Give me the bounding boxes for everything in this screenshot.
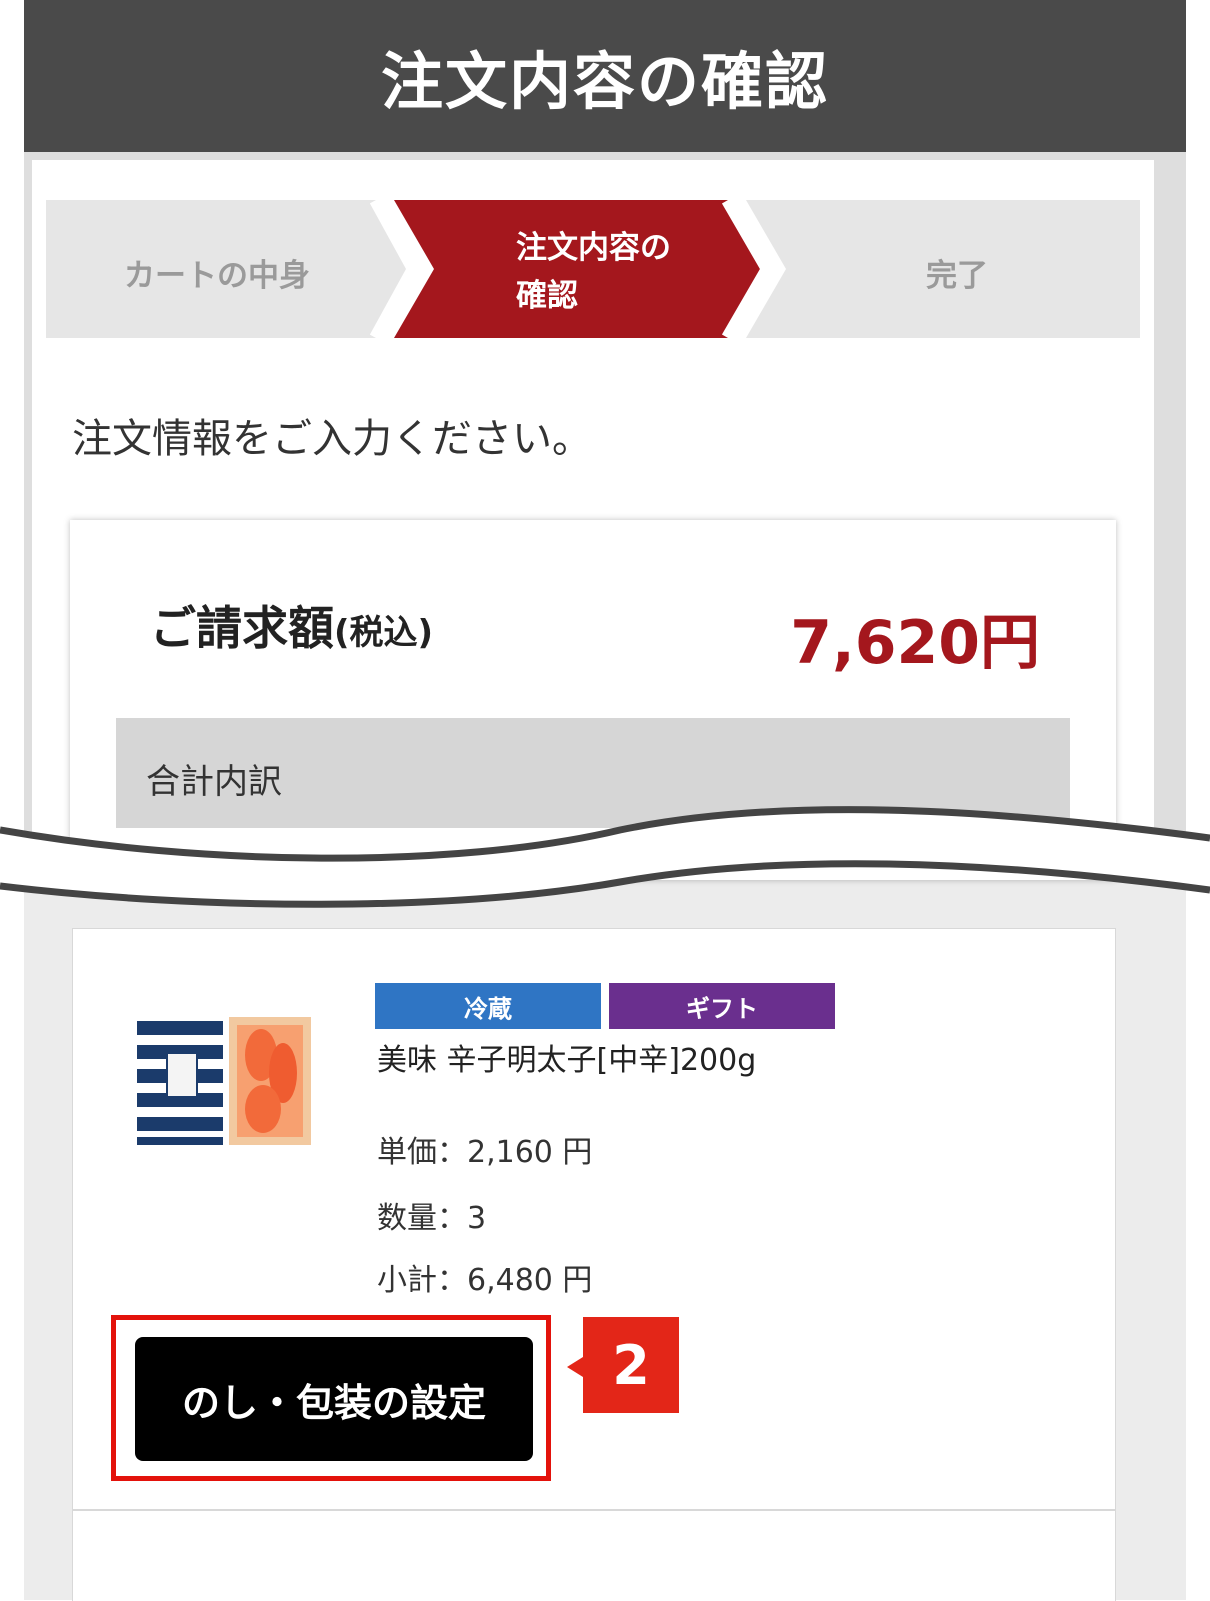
cart-item-card: 冷蔵 ギフト 美味 辛子明太子[中辛]200g 単価：2,160 円 数量：3 … [72,928,1116,1510]
step-cart-label: カートの中身 [124,258,310,294]
product-image [137,1017,311,1145]
step-confirm-label: 注文内容の 確認 [516,224,671,320]
progress-steps: カートの中身 注文内容の 確認 完了 [46,200,1140,338]
step-complete-label: 完了 [926,258,988,294]
page-header: 注文内容の確認 [24,0,1186,152]
step-confirm-label-line2: 確認 [516,278,578,314]
step-confirm-label-line1: 注文内容の [516,230,671,266]
total-label: ご請求額(税込) [150,592,433,658]
page-title: 注文内容の確認 [380,45,829,118]
tag-refrigerated: 冷蔵 [375,983,601,1029]
subtotal: 小計：6,480 円 [377,1263,593,1298]
unit-price: 単価：2,160 円 [377,1135,593,1170]
next-item-card [72,1510,1116,1601]
tag-gift: ギフト [609,983,835,1029]
step-callout-number: 2 [612,1333,650,1397]
callout-pointer [567,1357,583,1377]
total-amount: 7,620円 [790,608,1040,678]
step-callout: 2 [583,1317,679,1413]
instruction-text: 注文情報をご入力ください。 [72,416,592,462]
tax-note: (税込) [334,613,434,653]
noshi-wrapping-settings-button[interactable]: のし・包装の設定 [135,1337,533,1461]
total-label-text: ご請求額 [150,601,334,655]
quantity: 数量：3 [377,1201,487,1236]
product-name: 美味 辛子明太子[中辛]200g [377,1043,757,1078]
page-break-wave [0,806,1210,908]
